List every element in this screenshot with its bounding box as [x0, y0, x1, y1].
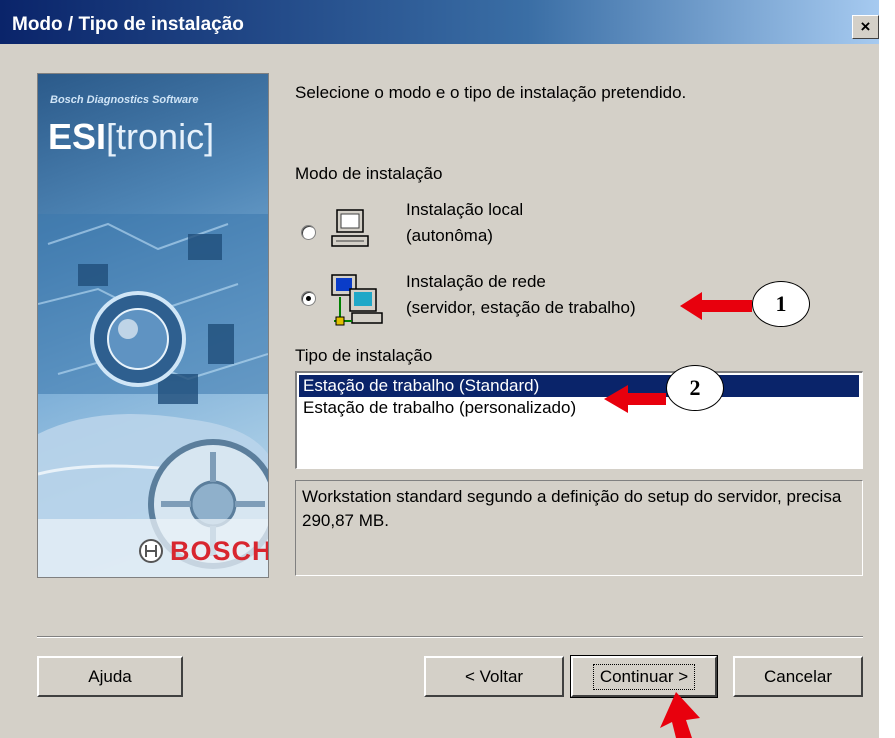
annotation-layer: [604, 292, 752, 738]
annotation-arrow-2: [604, 385, 666, 413]
annotation-arrow-1: [680, 292, 752, 320]
callout-1-number: 1: [775, 291, 787, 316]
annotation-callout-2: 2: [666, 365, 724, 411]
callout-2-number: 2: [689, 375, 701, 400]
annotation-arrow-continue: [660, 692, 700, 738]
annotation-callout-1: 1: [752, 281, 810, 327]
